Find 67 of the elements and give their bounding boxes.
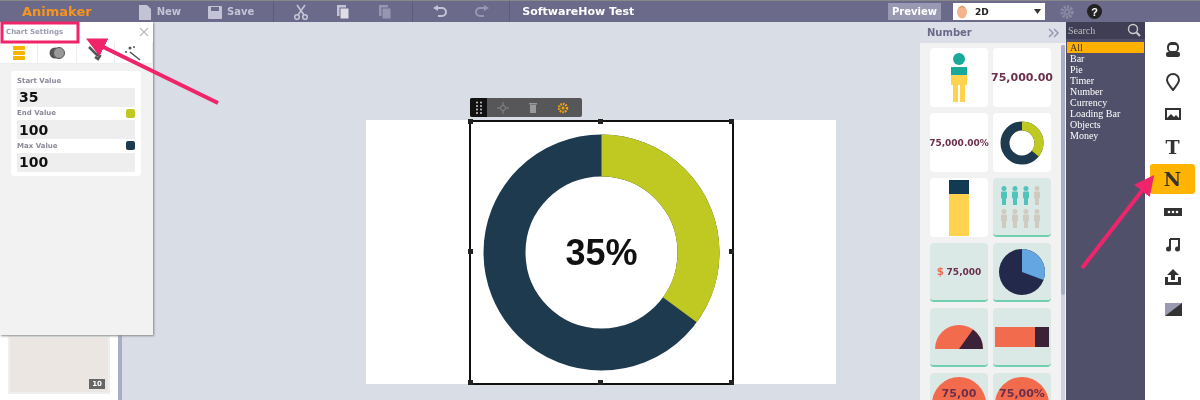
element-card[interactable] <box>930 308 988 367</box>
resize-handle[interactable] <box>728 249 734 254</box>
location-pin-icon[interactable] <box>1163 72 1182 91</box>
category-item[interactable]: Number <box>1067 86 1144 97</box>
pie-chart-icon <box>998 247 1046 296</box>
panel-title: Number <box>927 27 972 38</box>
element-card[interactable]: $ 75,000 <box>930 243 988 302</box>
number-sample: 75,00 <box>941 387 977 400</box>
number-sample: 75,00% <box>999 387 1045 400</box>
settings-icon[interactable] <box>557 101 569 114</box>
music-note-icon[interactable] <box>1163 235 1182 254</box>
number-sample: 75,000 <box>946 266 982 277</box>
color-swatch[interactable] <box>126 141 135 150</box>
document-icon <box>136 3 153 20</box>
element-card[interactable] <box>993 243 1051 302</box>
element-card[interactable]: 75,000.00% <box>930 113 988 172</box>
app-logo: Animaker <box>22 4 92 19</box>
donut-chart-icon <box>999 119 1045 166</box>
gauge-icon <box>934 323 984 350</box>
category-item[interactable]: Loading Bar <box>1067 108 1144 119</box>
drag-handle[interactable] <box>470 98 487 117</box>
text-tool[interactable]: T <box>1150 131 1195 162</box>
search-field[interactable]: Search <box>1066 22 1127 39</box>
dropdown-value: 2D <box>975 6 990 17</box>
currency-symbol: $ <box>936 266 944 277</box>
value-field[interactable]: 100 <box>17 120 135 139</box>
element-card[interactable] <box>930 178 988 237</box>
resize-handle[interactable] <box>728 379 734 385</box>
category-item[interactable]: Bar <box>1067 53 1144 64</box>
resize-handle[interactable] <box>467 118 473 124</box>
search-icon[interactable] <box>1127 22 1145 39</box>
category-item[interactable]: Timer <box>1067 75 1144 86</box>
trash-icon[interactable] <box>527 101 539 114</box>
category-item[interactable]: Objects <box>1067 119 1144 130</box>
mode-dropdown[interactable]: 2D <box>953 3 1045 20</box>
category-item[interactable]: Money <box>1067 130 1144 141</box>
chart-percentage: 35% <box>565 231 638 274</box>
upload-icon[interactable] <box>1163 267 1182 286</box>
magic-wand-icon <box>124 43 143 62</box>
category-item[interactable]: All <box>1067 42 1144 53</box>
scrollbar-thumb[interactable] <box>1061 45 1065 295</box>
number-sample: 75,000.00 <box>991 71 1053 84</box>
gradient-icon[interactable] <box>1163 300 1182 319</box>
category-item[interactable]: Pie <box>1067 64 1144 75</box>
color-swatch[interactable] <box>126 108 135 118</box>
grip-icon <box>475 101 482 114</box>
number-sample: 75,000.00% <box>929 137 989 148</box>
value-field[interactable]: 100 <box>17 152 135 172</box>
project-title: SoftwareHow Test <box>522 5 636 18</box>
value-field[interactable]: 35 <box>17 87 135 107</box>
caret-icon <box>1034 9 1041 14</box>
category-item[interactable]: Currency <box>1067 97 1144 108</box>
resize-handle[interactable] <box>598 118 603 124</box>
text-tool[interactable]: N <box>1150 164 1195 195</box>
help-button[interactable]: ? <box>1087 4 1102 19</box>
resize-handle[interactable] <box>467 249 473 254</box>
resize-handle[interactable] <box>598 379 603 385</box>
resize-handle[interactable] <box>728 118 734 124</box>
character-icon[interactable] <box>1163 40 1182 59</box>
progress-bar-icon <box>995 326 1049 347</box>
element-card[interactable] <box>993 308 1051 367</box>
element-card[interactable] <box>993 113 1051 172</box>
avatar-icon <box>955 3 969 20</box>
person-figure-icon <box>948 52 970 103</box>
element-card[interactable]: 75,000.00 <box>993 48 1051 107</box>
resize-handle[interactable] <box>467 379 473 385</box>
bar-icon <box>949 179 969 236</box>
